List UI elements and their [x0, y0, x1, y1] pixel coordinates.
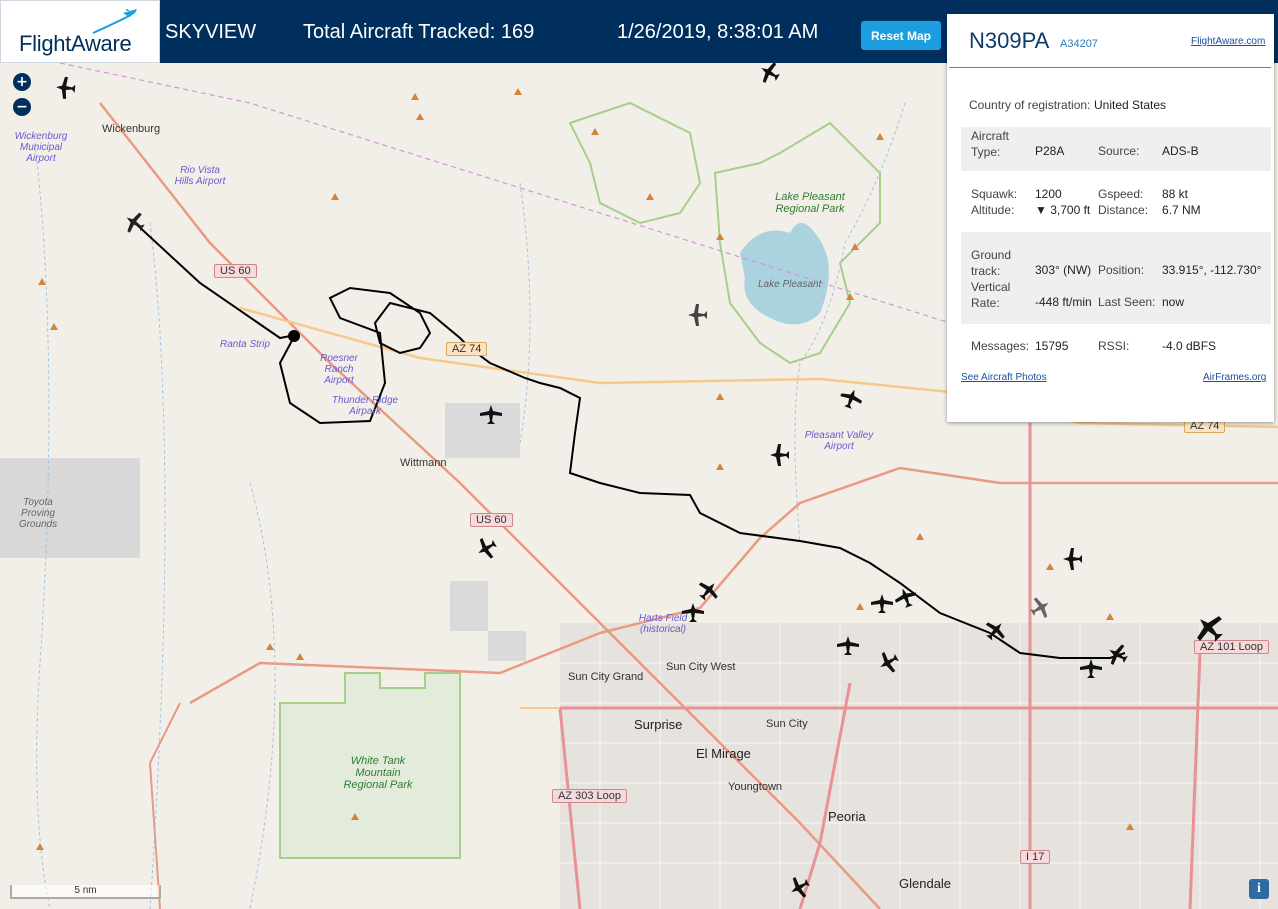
park-boundary: [568, 101, 702, 225]
track-label: Ground track:: [971, 248, 1012, 278]
source-value: ADS-B: [1162, 144, 1199, 158]
zoom-in-button[interactable]: +: [13, 73, 31, 91]
rssi-value: -4.0 dBFS: [1162, 339, 1217, 353]
gspeed-value: 88 kt: [1162, 187, 1189, 201]
airport-label: Thunder Ridge Airpark: [331, 395, 399, 417]
aircraft-count: Total Aircraft Tracked: 169: [303, 21, 535, 43]
route-shield: I 17: [1020, 850, 1051, 864]
airframes-link[interactable]: AirFrames.org: [1203, 372, 1266, 383]
flightaware-link[interactable]: FlightAware.com: [1191, 36, 1265, 47]
airport-label: Rio Vista Hills Airport: [174, 165, 226, 187]
airport-label: Roesner Ranch Airport: [320, 353, 358, 386]
route-shield: AZ 74: [446, 342, 488, 356]
place-label: El Mirage: [696, 746, 751, 761]
airport-label: Pleasant Valley Airport: [804, 430, 874, 452]
clock: 1/26/2019, 8:38:01 AM: [617, 21, 819, 43]
airport-label: Harts Field (historical): [638, 613, 688, 635]
gspeed-label: Gspeed:: [1098, 187, 1144, 201]
aircraft-info-panel: N309PA A34207 FlightAware.com Country of…: [947, 14, 1274, 422]
place-label: Youngtown: [728, 781, 783, 793]
aircraft-photos-link[interactable]: See Aircraft Photos: [961, 372, 1047, 383]
park-label: White Tank Mountain Regional Park: [343, 755, 413, 791]
airport-label: Wickenburg Municipal Airport: [14, 131, 68, 164]
flightaware-logo[interactable]: FlightAware: [0, 0, 160, 63]
country-label: Country of registration:: [969, 98, 1091, 112]
track-origin-marker: [288, 330, 300, 342]
panel-divider: [949, 67, 1271, 68]
place-label: Sun City West: [666, 661, 736, 673]
route-shield: US 60: [470, 513, 513, 527]
type-value: P28A: [1035, 144, 1065, 158]
place-label: Wickenburg: [102, 123, 161, 135]
route-shield: AZ 303 Loop: [552, 789, 627, 803]
area-label: Toyota Proving Grounds: [18, 497, 58, 530]
lastseen-label: Last Seen:: [1098, 295, 1156, 309]
place-label: Sun City: [766, 718, 808, 730]
park-label: Lake Pleasant Regional Park: [775, 191, 845, 215]
app-title: SKYVIEW: [165, 21, 257, 43]
place-label: Glendale: [899, 876, 952, 891]
lastseen-value: now: [1162, 295, 1185, 309]
squawk-label: Squawk:: [971, 187, 1018, 201]
urban-block: [450, 581, 488, 631]
route-shield: US 60: [214, 264, 257, 278]
place-label: Wittmann: [400, 457, 447, 469]
messages-label: Messages:: [971, 339, 1030, 353]
position-label: Position:: [1098, 263, 1145, 277]
altitude-value: ▼ 3,700 ft: [1035, 203, 1091, 217]
rssi-label: RSSI:: [1098, 339, 1130, 353]
urban-block: [488, 631, 526, 661]
position-value: 33.915°, -112.730°: [1162, 263, 1262, 277]
vrate-value: -448 ft/min: [1035, 295, 1092, 309]
place-label: Peoria: [828, 809, 866, 824]
map-info-button[interactable]: i: [1249, 879, 1269, 899]
airport-label: Ranta Strip: [220, 339, 271, 350]
place-label: Surprise: [634, 717, 683, 732]
vrate-label: Vertical Rate:: [971, 280, 1011, 310]
distance-value: 6.7 NM: [1162, 203, 1201, 217]
place-label: Sun City Grand: [568, 671, 644, 683]
lake-pleasant-water: [740, 223, 829, 325]
scale-bar: 5 nm: [10, 885, 161, 899]
country-value: United States: [1094, 98, 1167, 112]
aircraft-hex-id: A34207: [1060, 38, 1098, 50]
messages-value: 15795: [1035, 339, 1069, 353]
squawk-value: 1200: [1035, 187, 1062, 201]
aircraft-callsign: N309PA: [969, 28, 1050, 53]
urban-block: [445, 403, 520, 458]
route-shield: AZ 101 Loop: [1194, 640, 1269, 654]
distance-label: Distance:: [1098, 203, 1149, 217]
zoom-out-button[interactable]: −: [13, 98, 31, 116]
type-label: Aircraft Type:: [971, 129, 1010, 159]
place-label: Lake Pleasant: [758, 279, 822, 290]
brand-name: FlightAware: [19, 31, 132, 56]
source-label: Source:: [1098, 144, 1140, 158]
track-value: 303° (NW): [1035, 263, 1092, 277]
altitude-label: Altitude:: [971, 203, 1015, 217]
reset-map-button[interactable]: Reset Map: [861, 21, 941, 50]
